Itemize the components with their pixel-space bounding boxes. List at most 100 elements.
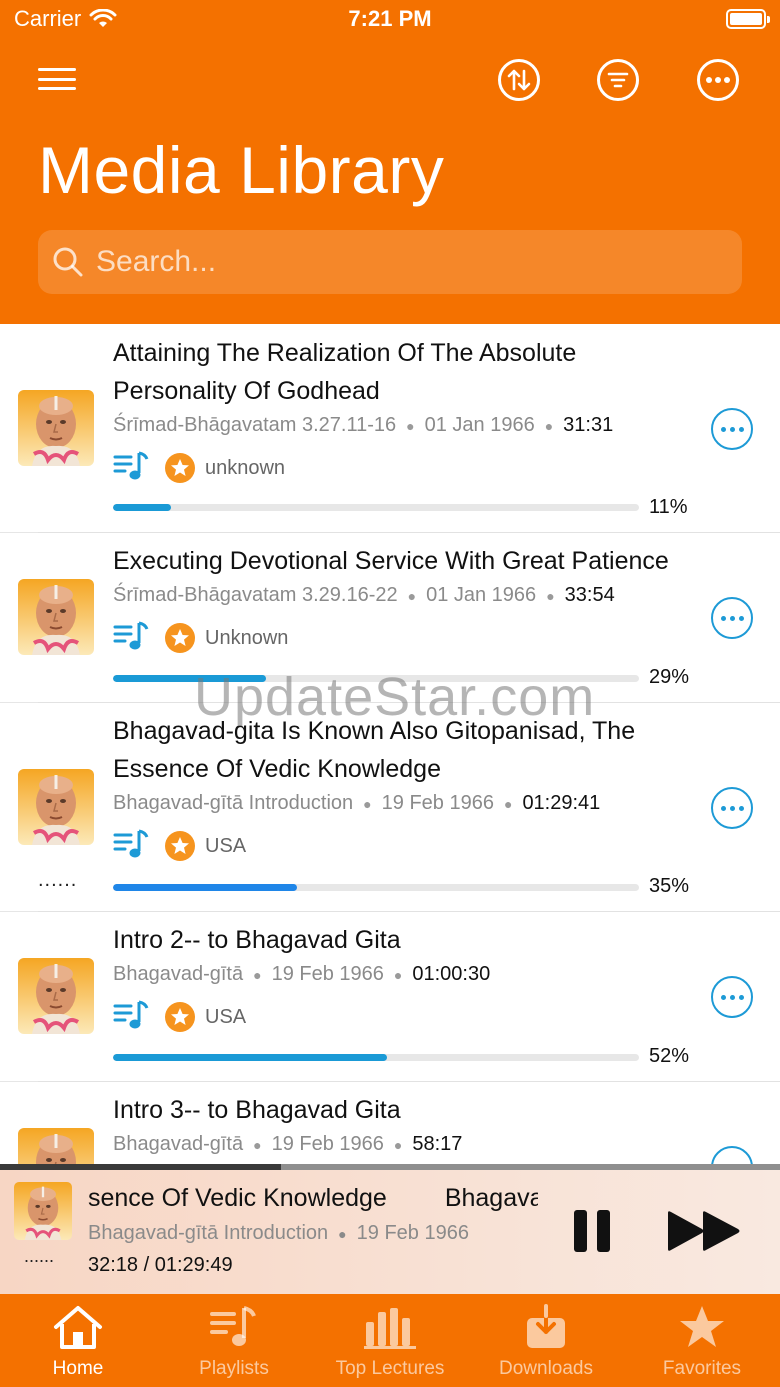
favorite-star-icon[interactable] (165, 831, 195, 861)
lecture-meta: Śrīmad-Bhāgavatam 3.29.16-22 ● 01 Jan 196… (113, 584, 615, 606)
progress-bar (113, 1054, 639, 1061)
lecture-tags: USA (113, 827, 683, 865)
search-input[interactable] (96, 245, 696, 279)
list-item[interactable]: Attaining The Realization Of The Absolut… (0, 324, 780, 533)
now-playing-indicator: ...... (38, 869, 78, 891)
lecture-title: Intro 3-- to Bhagavad Gita (113, 1096, 401, 1124)
list-item[interactable]: ...... Bhagavad-gita Is Known Also Gitop… (0, 703, 780, 912)
lecture-date: 01 Jan 1966 (426, 584, 537, 606)
lecture-more-button[interactable] (711, 1146, 753, 1164)
playlist-icon (210, 1306, 256, 1346)
tab-playlists[interactable]: Playlists (156, 1294, 312, 1387)
sort-icon (507, 69, 531, 91)
page-title: Media Library (38, 133, 445, 207)
lecture-duration: 01:00:30 (412, 963, 491, 985)
lecture-thumbnail (18, 579, 94, 655)
lecture-meta: Bhagavad-gītā Introduction ● 19 Feb 1966 ●… (113, 792, 601, 814)
tab-label: Downloads (499, 1358, 593, 1379)
lecture-duration: 01:29:41 (522, 792, 601, 814)
player-title-part: Bhagavad-gi (444, 1184, 538, 1212)
list-item[interactable]: Intro 2-- to Bhagavad Gita Bhagavad-gītā… (0, 912, 780, 1082)
home-icon (54, 1306, 102, 1349)
lecture-date: 19 Feb 1966 (271, 1133, 384, 1155)
lecture-thumbnail (18, 769, 94, 845)
player-progress-bar[interactable] (0, 1164, 780, 1170)
lecture-title: Intro 2-- to Bhagavad Gita (113, 926, 401, 954)
star-icon (680, 1306, 724, 1347)
fast-forward-icon[interactable] (666, 1210, 742, 1252)
tab-bar: Home Playlists Top Lectures Downloads Fa… (0, 1294, 780, 1387)
lecture-location: USA (205, 834, 247, 857)
search-icon (53, 247, 83, 277)
tab-favorites[interactable]: Favorites (624, 1294, 780, 1387)
tab-top-lectures[interactable]: Top Lectures (312, 1294, 468, 1387)
status-bar: Carrier 7:21 PM (0, 0, 780, 40)
playlist-icon[interactable] (113, 998, 149, 1036)
progress-bar (113, 884, 639, 891)
download-icon (527, 1304, 565, 1348)
playlist-icon[interactable] (113, 449, 149, 487)
progress-bar (113, 675, 639, 682)
progress-bar (113, 504, 639, 511)
mini-player[interactable]: ...... sence Of Vedic Knowledge Bhagavad-… (0, 1164, 780, 1294)
favorite-star-icon[interactable] (165, 623, 195, 653)
player-title-part: sence Of Vedic Knowledge (88, 1184, 387, 1212)
bar-chart-icon (364, 1308, 416, 1349)
lecture-duration: 31:31 (563, 414, 614, 436)
lecture-list[interactable]: Attaining The Realization Of The Absolut… (0, 324, 780, 1164)
more-options-button[interactable] (697, 59, 739, 101)
player-time: 32:18 / 01:29:49 (88, 1254, 233, 1276)
header: Carrier 7:21 PM Media Library (0, 0, 780, 324)
lecture-meta: Śrīmad-Bhāgavatam 3.27.11-16 ● 01 Jan 196… (113, 414, 614, 436)
playlist-icon[interactable] (113, 619, 149, 657)
lecture-thumbnail (18, 1128, 94, 1164)
lecture-tags: Unknown (113, 619, 683, 657)
progress-percent: 11% (649, 496, 688, 518)
lecture-duration: 58:17 (412, 1133, 463, 1155)
lecture-meta: Bhagavad-gītā ● 19 Feb 1966 ● 58:17 (113, 1133, 463, 1155)
player-date: 19 Feb 1966 (356, 1222, 469, 1244)
list-item[interactable]: Intro 3-- to Bhagavad Gita Bhagavad-gītā… (0, 1082, 780, 1164)
tab-label: Home (52, 1358, 104, 1379)
sort-button[interactable] (498, 59, 540, 101)
lecture-more-button[interactable] (711, 408, 753, 450)
filter-icon (607, 72, 629, 88)
progress-percent: 29% (649, 666, 690, 688)
progress-percent: 35% (649, 875, 690, 897)
lecture-meta: Bhagavad-gītā ● 19 Feb 1966 ● 01:00:30 (113, 963, 491, 985)
lecture-more-button[interactable] (711, 787, 753, 829)
lecture-date: 19 Feb 1966 (381, 792, 494, 814)
tab-label: Top Lectures (335, 1358, 445, 1379)
tab-label: Playlists (199, 1358, 269, 1379)
lecture-source: Bhagavad-gītā Introduction (113, 792, 354, 814)
more-icon (706, 77, 730, 83)
lecture-source: Śrīmad-Bhāgavatam 3.29.16-22 (113, 584, 398, 606)
menu-icon[interactable] (38, 68, 76, 90)
favorite-star-icon[interactable] (165, 453, 195, 483)
progress-percent: 52% (649, 1045, 690, 1067)
lecture-title: Bhagavad-gita Is Known Also Gitopanisad,… (113, 717, 636, 783)
list-item[interactable]: Executing Devotional Service With Great … (0, 533, 780, 703)
pause-icon[interactable] (574, 1210, 610, 1252)
lecture-thumbnail (18, 958, 94, 1034)
lecture-duration: 33:54 (564, 584, 615, 606)
lecture-location: Unknown (205, 626, 289, 649)
tab-downloads[interactable]: Downloads (468, 1294, 624, 1387)
playlist-icon[interactable] (113, 827, 149, 865)
search-bar[interactable] (38, 230, 742, 294)
player-meta: Bhagavad-gītā Introduction ● 19 Feb 1966 (88, 1222, 469, 1244)
lecture-location: unknown (205, 456, 286, 479)
lecture-date: 19 Feb 1966 (271, 963, 384, 985)
lecture-more-button[interactable] (711, 597, 753, 639)
filter-button[interactable] (597, 59, 639, 101)
battery-icon (726, 9, 770, 29)
favorite-star-icon[interactable] (165, 1002, 195, 1032)
lecture-more-button[interactable] (711, 976, 753, 1018)
lecture-location: USA (205, 1005, 247, 1028)
lecture-source: Bhagavad-gītā (113, 963, 244, 985)
lecture-title: Attaining The Realization Of The Absolut… (113, 339, 577, 405)
lecture-source: Bhagavad-gītā (113, 1133, 244, 1155)
lecture-source: Śrīmad-Bhāgavatam 3.27.11-16 (113, 414, 397, 436)
player-thumbnail (14, 1182, 72, 1240)
tab-home[interactable]: Home (0, 1294, 156, 1387)
